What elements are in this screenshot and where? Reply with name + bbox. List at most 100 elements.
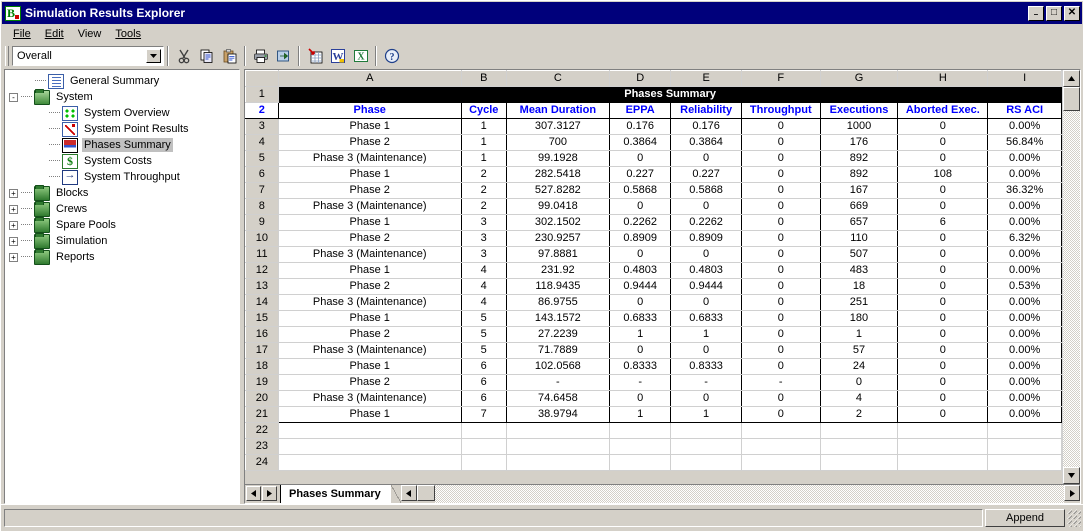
cell[interactable]: 176 xyxy=(820,134,899,151)
append-button[interactable]: Append xyxy=(985,509,1065,527)
cell[interactable]: 143.1572 xyxy=(506,310,611,327)
cell-empty[interactable] xyxy=(987,422,1062,439)
cell-empty[interactable] xyxy=(609,422,672,439)
table-row-empty[interactable]: 22 xyxy=(245,422,1062,439)
row-header[interactable]: 17 xyxy=(245,342,279,359)
column-header-i[interactable]: I xyxy=(987,70,1062,87)
scope-combo-box[interactable]: Overall xyxy=(12,46,164,66)
cell[interactable]: Phase 2 xyxy=(277,374,462,391)
cell[interactable]: 0.00% xyxy=(987,166,1062,183)
paste-icon[interactable] xyxy=(218,45,241,67)
cell[interactable]: Phase 1 xyxy=(277,118,462,135)
table-row[interactable]: 6 Phase 1 2 282.5418 0.227 0.227 0 892 108 0.00% xyxy=(245,166,1062,183)
cell[interactable]: 0 xyxy=(741,294,821,311)
cell[interactable]: 1 xyxy=(670,326,742,343)
cell[interactable]: Phase 3 (Maintenance) xyxy=(277,390,462,407)
table-row[interactable]: 15 Phase 1 5 143.1572 0.6833 0.6833 0 180 0 0.00% xyxy=(245,310,1062,327)
row-header[interactable]: 24 xyxy=(245,454,279,471)
cell[interactable]: 18 xyxy=(820,278,899,295)
cell-empty[interactable] xyxy=(670,454,742,471)
print-icon[interactable] xyxy=(249,45,272,67)
column-header-b[interactable]: B xyxy=(460,70,507,87)
vertical-scroll-thumb[interactable] xyxy=(1063,87,1080,111)
scroll-right-button[interactable] xyxy=(1064,485,1080,501)
tree-item-spare-pools[interactable]: + Spare Pools xyxy=(5,216,239,233)
cell[interactable]: Phase 1 xyxy=(277,310,462,327)
cell[interactable]: 0.00% xyxy=(987,374,1062,391)
cell[interactable]: Phase 1 xyxy=(277,358,462,375)
expand-icon[interactable]: + xyxy=(9,220,18,230)
tree-item-system-costs[interactable]: System Costs xyxy=(5,153,239,169)
cell[interactable]: 0 xyxy=(741,342,821,359)
cell[interactable]: 2 xyxy=(461,166,507,183)
cell[interactable]: 0 xyxy=(741,230,821,247)
cell-empty[interactable] xyxy=(741,454,821,471)
cell-empty[interactable] xyxy=(278,454,462,471)
cell[interactable]: 0 xyxy=(741,262,821,279)
column-title-executions[interactable]: Executions xyxy=(820,102,899,119)
cell[interactable]: 0.00% xyxy=(987,262,1062,279)
grid-corner-cell[interactable] xyxy=(245,70,279,87)
cell[interactable]: 307.3127 xyxy=(506,118,611,135)
column-title-eppa[interactable]: EPPA xyxy=(609,102,672,119)
cell[interactable]: Phase 3 (Maintenance) xyxy=(277,342,462,359)
expand-icon[interactable]: + xyxy=(9,204,18,214)
cell[interactable]: 0.8333 xyxy=(609,358,672,375)
help-icon[interactable]: ? xyxy=(380,45,403,67)
cell[interactable]: 0 xyxy=(609,342,672,359)
table-row[interactable]: 16 Phase 2 5 27.2239 1 1 0 1 0 0.00% xyxy=(245,326,1062,343)
cell[interactable]: 2 xyxy=(820,406,899,423)
row-header[interactable]: 8 xyxy=(245,198,279,215)
cell-empty[interactable] xyxy=(670,438,742,455)
cell[interactable]: 5 xyxy=(461,326,507,343)
vertical-scroll-track[interactable] xyxy=(1063,111,1080,467)
cell[interactable]: 102.0568 xyxy=(506,358,611,375)
cell-empty[interactable] xyxy=(741,438,821,455)
close-button[interactable]: ✕ xyxy=(1064,5,1080,21)
horizontal-scroll-track[interactable] xyxy=(434,485,1064,503)
column-title-throughput[interactable]: Throughput xyxy=(741,102,821,119)
scroll-down-button[interactable] xyxy=(1063,467,1080,484)
cell[interactable]: 0 xyxy=(741,406,821,423)
cell-empty[interactable] xyxy=(461,422,507,439)
cell[interactable]: 0 xyxy=(609,246,672,263)
cell[interactable]: 0.8909 xyxy=(609,230,672,247)
cell[interactable]: 2 xyxy=(461,198,507,215)
table-row[interactable]: 10 Phase 2 3 230.9257 0.8909 0.8909 0 110 0 6.32% xyxy=(245,230,1062,247)
tree-item-simulation[interactable]: + Simulation xyxy=(5,232,239,249)
cell[interactable]: 0.00% xyxy=(987,310,1062,327)
tree-item-phases-summary[interactable]: Phases Summary xyxy=(5,137,239,153)
row-header[interactable]: 12 xyxy=(245,262,279,279)
cell[interactable]: 0.00% xyxy=(987,246,1062,263)
row-header[interactable]: 4 xyxy=(245,134,279,151)
cell[interactable]: 0 xyxy=(670,390,742,407)
table-row[interactable]: 17 Phase 3 (Maintenance) 5 71.7889 0 0 0 57 0 0.0… xyxy=(245,342,1062,359)
cell[interactable]: 0.00% xyxy=(987,390,1062,407)
cell[interactable]: 483 xyxy=(820,262,899,279)
cell[interactable]: 0 xyxy=(741,134,821,151)
table-row[interactable]: 13 Phase 2 4 118.9435 0.9444 0.9444 0 18 0 0.53% xyxy=(245,278,1062,295)
cell-empty[interactable] xyxy=(609,454,672,471)
cell[interactable]: 0.00% xyxy=(987,198,1062,215)
cell[interactable]: 0 xyxy=(609,198,672,215)
cell[interactable]: 0.00% xyxy=(987,406,1062,423)
cell[interactable]: 0 xyxy=(670,150,742,167)
cell[interactable]: 4 xyxy=(461,262,507,279)
cell[interactable]: 0.176 xyxy=(609,118,672,135)
row-header[interactable]: 7 xyxy=(245,182,279,199)
cell-empty[interactable] xyxy=(987,438,1062,455)
cell[interactable]: 0 xyxy=(741,246,821,263)
column-title-cycle[interactable]: Cycle xyxy=(461,102,507,119)
cell-empty[interactable] xyxy=(987,454,1062,471)
cell[interactable]: 1000 xyxy=(820,118,899,135)
row-header[interactable]: 19 xyxy=(245,374,279,391)
cell-empty[interactable] xyxy=(461,454,507,471)
menu-item-file[interactable]: File xyxy=(6,26,38,42)
table-row[interactable]: 14 Phase 3 (Maintenance) 4 86.9755 0 0 0 251 0 0.… xyxy=(245,294,1062,311)
cell-empty[interactable] xyxy=(741,422,821,439)
cell[interactable]: 0.2262 xyxy=(609,214,672,231)
cell[interactable]: 0 xyxy=(897,246,989,263)
cell[interactable]: 0.00% xyxy=(987,294,1062,311)
cell[interactable]: 0 xyxy=(741,390,821,407)
cell[interactable]: 180 xyxy=(820,310,899,327)
